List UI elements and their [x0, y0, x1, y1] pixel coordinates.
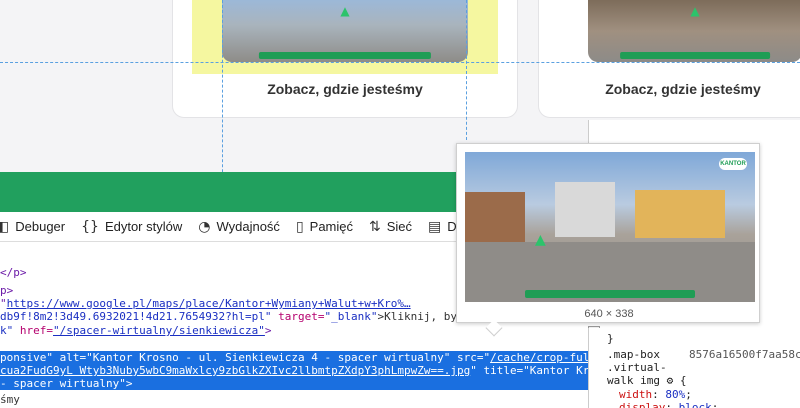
- image-dimensions: 640 × 338: [584, 308, 634, 320]
- tab-label: Pamięć: [309, 219, 354, 234]
- source-link[interactable]: https://www.google.pl/maps/place/Kantor+…: [7, 297, 411, 310]
- tab-style-editor[interactable]: {} Edytor stylów: [81, 219, 182, 235]
- inspector-guide-line: [0, 62, 800, 63]
- style-editor-icon: {}: [81, 218, 99, 235]
- attr-name: target=: [278, 310, 325, 323]
- attr-value: k": [0, 324, 14, 337]
- source-line[interactable]: k" href="/spacer-wirtualny/sienkiewicza"…: [0, 324, 272, 337]
- source-line[interactable]: </p>: [0, 266, 27, 279]
- source-link[interactable]: /cache/crop-full-: [490, 351, 603, 364]
- tab-network[interactable]: ⇅ Sieć: [369, 219, 412, 235]
- tab-performance[interactable]: ◔ Wydajność: [198, 219, 280, 235]
- source-line: ponsive" alt="Kantor Krosno - ul. Sienki…: [0, 351, 603, 364]
- rule-selector: .map-box: [607, 348, 660, 361]
- up-arrow-icon: ▲: [690, 4, 700, 18]
- attr-text: ponsive" alt="Kantor Krosno - ul. Sienki…: [0, 351, 491, 364]
- viewer-controls-bar: [525, 290, 695, 298]
- selected-node[interactable]: ponsive" alt="Kantor Krosno - ul. Sienki…: [0, 351, 629, 390]
- up-arrow-icon: ▲: [535, 232, 546, 248]
- rule-source-link[interactable]: 8576a16500f7aa58c6: [689, 348, 800, 361]
- source-link[interactable]: cua2FudG9yL Wtyb3Nuby5wbC9maWxlcy9zbGlkZ…: [0, 364, 470, 377]
- rule-declaration[interactable]: display: block;: [619, 401, 718, 408]
- debugger-icon: ◧: [0, 218, 10, 235]
- attr-value: "_blank": [324, 310, 378, 323]
- rule-declaration[interactable]: width: 80%;: [619, 388, 692, 401]
- memory-icon: ▯: [295, 218, 304, 235]
- tab-label: Sieć: [386, 219, 413, 234]
- tab-debugger[interactable]: ◧ Debuger: [0, 219, 65, 235]
- rule-brace: }: [607, 332, 614, 345]
- card-title: Zobacz, gdzie jesteśmy: [605, 81, 761, 97]
- tab-label: Debuger: [15, 219, 66, 234]
- source-line[interactable]: "https://www.google.pl/maps/place/Kantor…: [0, 297, 411, 310]
- network-icon: ⇅: [369, 218, 381, 235]
- source-link[interactable]: "/spacer-wirtualny/sienkiewicza": [53, 324, 265, 337]
- storage-icon: ▤: [428, 218, 442, 235]
- inspector-guide-line: [466, 0, 467, 140]
- browser-viewport: Zobacz, gdzie jesteśmy Zobacz, gdzie jes…: [0, 0, 800, 408]
- rule-selector: .virtual-: [607, 361, 667, 374]
- image-preview-tooltip: KANTOR ▲ 640 × 338: [456, 143, 760, 323]
- source-line: cua2FudG9yL Wtyb3Nuby5wbC9maWxlcy9zbGlkZ…: [0, 364, 629, 377]
- viewer-controls-bar: [620, 52, 770, 59]
- rule-selector: walk img ⚙ {: [607, 374, 687, 387]
- source-line[interactable]: p>: [0, 284, 13, 297]
- virtual-walk-thumbnail[interactable]: ▲: [588, 0, 800, 62]
- tab-label: Wydajność: [216, 219, 280, 234]
- viewer-controls-bar: [258, 52, 432, 59]
- tab-memory[interactable]: ▯ Pamięć: [296, 219, 353, 235]
- css-rule-block[interactable]: } .map-box 8576a16500f7aa58c6 .virtual- …: [588, 328, 800, 408]
- up-arrow-icon: ▲: [340, 4, 350, 18]
- attr-name: href=: [19, 324, 53, 337]
- preview-image: KANTOR ▲: [465, 152, 755, 302]
- source-line[interactable]: śmy: [0, 393, 20, 406]
- source-line: - spacer wirtualny">: [0, 377, 133, 390]
- kantor-logo: KANTOR: [719, 158, 747, 170]
- tab-label: Edytor stylów: [104, 219, 183, 234]
- tag-bracket: >: [264, 324, 272, 337]
- attr-value: db9f!8m2!3d49.6932021!4d21.7654932?hl=pl…: [0, 310, 272, 323]
- performance-icon: ◔: [198, 218, 211, 235]
- virtual-walk-thumbnail[interactable]: ▲: [222, 0, 468, 62]
- gear-icon[interactable]: ⚙: [667, 374, 674, 387]
